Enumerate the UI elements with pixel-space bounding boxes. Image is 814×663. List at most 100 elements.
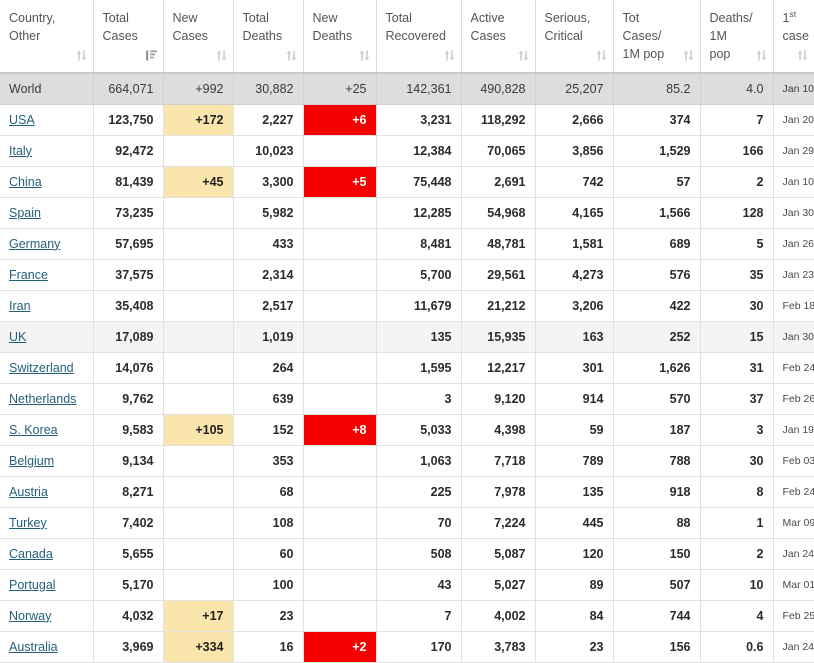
cell-active_cases: 5,027 xyxy=(461,569,536,601)
sort-both-icon[interactable] xyxy=(359,50,370,61)
cell-country[interactable]: France xyxy=(0,259,94,291)
cell-country[interactable]: Italy xyxy=(0,135,94,167)
country-link[interactable]: China xyxy=(9,175,42,189)
cell-country[interactable]: Portugal xyxy=(0,569,94,601)
column-header-total_recovered[interactable]: Total Recovered xyxy=(376,0,462,75)
country-link[interactable]: Spain xyxy=(9,206,41,220)
column-header-first_case[interactable]: 1st case xyxy=(773,0,814,75)
column-header-tot_cases_per_1m[interactable]: Tot Cases/1M pop xyxy=(613,0,701,75)
cell-deaths_per_1m: 2 xyxy=(700,538,774,570)
cell-total_cases: 9,134 xyxy=(93,445,164,477)
cell-country[interactable]: UK xyxy=(0,321,94,353)
cell-country[interactable]: S. Korea xyxy=(0,414,94,446)
cell-country[interactable]: Switzerland xyxy=(0,352,94,384)
country-link[interactable]: Switzerland xyxy=(9,361,74,375)
cell-country[interactable]: Norway xyxy=(0,600,94,632)
cell-new_deaths xyxy=(303,445,377,477)
sort-both-icon[interactable] xyxy=(596,50,607,61)
cell-country[interactable]: Spain xyxy=(0,197,94,229)
cell-new_cases: +172 xyxy=(163,104,234,136)
country-link[interactable]: Turkey xyxy=(9,516,47,530)
table-row[interactable]: USA 123,750 +172 2,227 +6 3,231 118,292 2,666 37… xyxy=(0,104,814,136)
cell-country[interactable]: Canada xyxy=(0,538,94,570)
table-row[interactable]: Canada 5,655 60 508 5,087 120 150 2 Jan 24 xyxy=(0,538,814,570)
sort-descending-icon[interactable] xyxy=(145,50,157,62)
table-row[interactable]: Switzerland 14,076 264 1,595 12,217 301 1,626 3… xyxy=(0,352,814,384)
country-link[interactable]: S. Korea xyxy=(9,423,58,437)
table-row[interactable]: Norway 4,032 +17 23 7 4,002 84 744 4 Feb 25 xyxy=(0,600,814,632)
cell-serious_critical: 742 xyxy=(535,166,614,198)
cell-total_cases: 5,655 xyxy=(93,538,164,570)
cell-tot_cases_per_1m: 187 xyxy=(613,414,701,446)
sort-both-icon[interactable] xyxy=(683,50,694,61)
table-row[interactable]: S. Korea 9,583 +105 152 +8 5,033 4,398 59 187 3 Ja… xyxy=(0,414,814,446)
cell-country[interactable]: Belgium xyxy=(0,445,94,477)
cell-new_cases: +334 xyxy=(163,631,234,663)
cell-active_cases: 7,224 xyxy=(461,507,536,539)
cell-country[interactable]: Turkey xyxy=(0,507,94,539)
country-link[interactable]: Australia xyxy=(9,640,58,654)
cell-active_cases: 118,292 xyxy=(461,104,536,136)
cell-total_deaths: 2,227 xyxy=(233,104,304,136)
table-row[interactable]: Portugal 5,170 100 43 5,027 89 507 10 Mar 01 xyxy=(0,569,814,601)
column-header-deaths_per_1m[interactable]: Deaths/1M pop xyxy=(700,0,774,75)
sort-both-icon[interactable] xyxy=(756,50,767,61)
sort-both-icon[interactable] xyxy=(444,50,455,61)
table-row[interactable]: Iran 35,408 2,517 11,679 21,212 3,206 422 30 Feb… xyxy=(0,290,814,322)
table-row[interactable]: Austria 8,271 68 225 7,978 135 918 8 Feb 24 xyxy=(0,476,814,508)
table-row[interactable]: Spain 73,235 5,982 12,285 54,968 4,165 1,566 12… xyxy=(0,197,814,229)
table-row[interactable]: Turkey 7,402 108 70 7,224 445 88 1 Mar 09 xyxy=(0,507,814,539)
column-header-serious_critical[interactable]: Serious, Critical xyxy=(535,0,614,75)
cell-new_cases xyxy=(163,507,234,539)
country-link[interactable]: Germany xyxy=(9,237,60,251)
table-row[interactable]: France 37,575 2,314 5,700 29,561 4,273 576 35 Ja… xyxy=(0,259,814,291)
cell-new_cases xyxy=(163,228,234,260)
sort-both-icon[interactable] xyxy=(286,50,297,61)
column-header-country[interactable]: Country, Other xyxy=(0,0,94,75)
table-row[interactable]: Australia 3,969 +334 16 +2 170 3,783 23 156 0.6 Ja… xyxy=(0,631,814,663)
cell-country[interactable]: USA xyxy=(0,104,94,136)
cell-first_case: Feb 24 xyxy=(773,476,814,508)
cell-country[interactable]: Netherlands xyxy=(0,383,94,415)
cell-country[interactable]: Australia xyxy=(0,631,94,663)
country-link[interactable]: Austria xyxy=(9,485,48,499)
column-header-new_deaths[interactable]: New Deaths xyxy=(303,0,377,75)
cell-country[interactable]: Austria xyxy=(0,476,94,508)
cell-active_cases: 3,783 xyxy=(461,631,536,663)
table-row[interactable]: Italy 92,472 10,023 12,384 70,065 3,856 1,529 1… xyxy=(0,135,814,167)
table-row[interactable]: UK 17,089 1,019 135 15,935 163 252 15 Jan 30 xyxy=(0,321,814,353)
cell-country[interactable]: World xyxy=(0,73,94,105)
table-row[interactable]: China 81,439 +45 3,300 +5 75,448 2,691 742 57 2 Ja… xyxy=(0,166,814,198)
country-link[interactable]: UK xyxy=(9,330,26,344)
country-link[interactable]: Belgium xyxy=(9,454,54,468)
column-header-active_cases[interactable]: Active Cases xyxy=(461,0,536,75)
cell-country[interactable]: Germany xyxy=(0,228,94,260)
country-link[interactable]: Canada xyxy=(9,547,53,561)
sort-both-icon[interactable] xyxy=(216,50,227,61)
country-link[interactable]: Netherlands xyxy=(9,392,76,406)
country-link[interactable]: Italy xyxy=(9,144,32,158)
cell-tot_cases_per_1m: 88 xyxy=(613,507,701,539)
cell-tot_cases_per_1m: 252 xyxy=(613,321,701,353)
cell-country[interactable]: Iran xyxy=(0,290,94,322)
table-row[interactable]: World 664,071 +992 30,882 +25 142,361 490,828 2… xyxy=(0,73,814,105)
column-header-total_deaths[interactable]: Total Deaths xyxy=(233,0,304,75)
table-row[interactable]: Netherlands 9,762 639 3 9,120 914 570 37 Feb 26 xyxy=(0,383,814,415)
country-link[interactable]: Portugal xyxy=(9,578,56,592)
country-link[interactable]: Norway xyxy=(9,609,51,623)
table-row[interactable]: Belgium 9,134 353 1,063 7,718 789 788 30 Feb 03 xyxy=(0,445,814,477)
sort-both-icon[interactable] xyxy=(797,50,808,61)
cell-total_deaths: 16 xyxy=(233,631,304,663)
country-link[interactable]: France xyxy=(9,268,48,282)
sort-both-icon[interactable] xyxy=(518,50,529,61)
cell-deaths_per_1m: 8 xyxy=(700,476,774,508)
country-link[interactable]: Iran xyxy=(9,299,31,313)
cell-total_recovered: 1,595 xyxy=(376,352,462,384)
cell-serious_critical: 301 xyxy=(535,352,614,384)
country-link[interactable]: USA xyxy=(9,113,35,127)
sort-both-icon[interactable] xyxy=(76,50,87,61)
column-header-new_cases[interactable]: New Cases xyxy=(163,0,234,75)
column-header-total_cases[interactable]: Total Cases xyxy=(93,0,164,75)
cell-country[interactable]: China xyxy=(0,166,94,198)
table-row[interactable]: Germany 57,695 433 8,481 48,781 1,581 689 5 Jan … xyxy=(0,228,814,260)
